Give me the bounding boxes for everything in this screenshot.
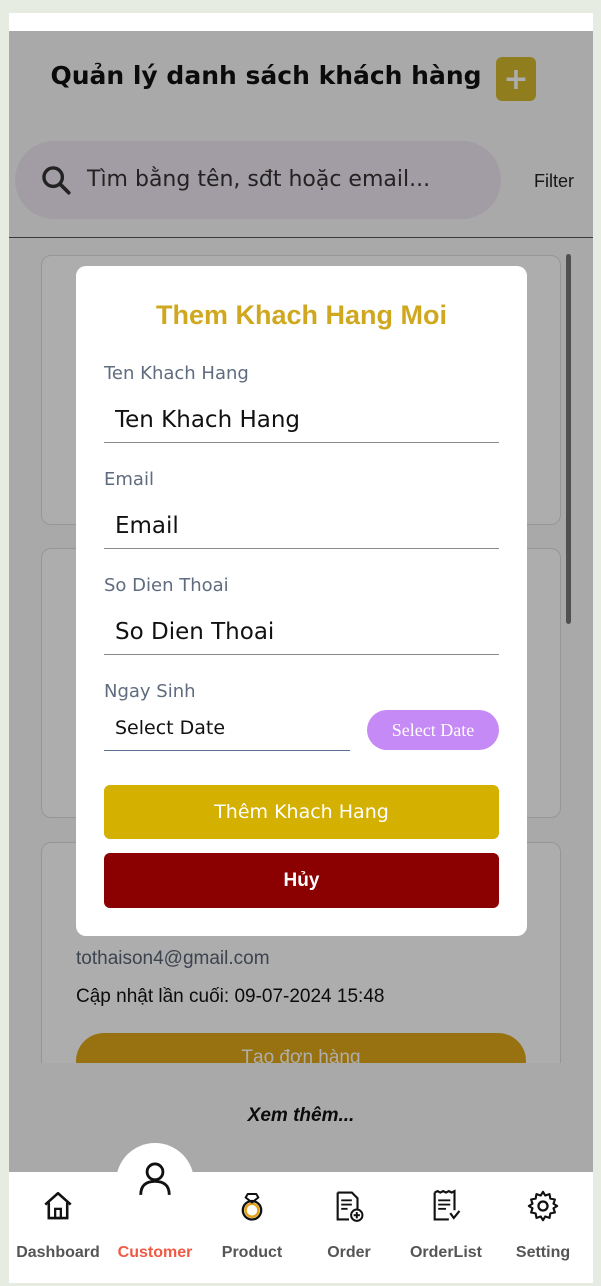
receipt-icon — [433, 1189, 461, 1221]
birthday-value: Select Date — [115, 717, 226, 739]
cancel-button[interactable]: Hủy — [104, 853, 499, 908]
name-label: Ten Khach Hang — [104, 363, 249, 384]
gear-icon — [527, 1190, 559, 1222]
tab-label: Customer — [117, 1244, 193, 1261]
home-icon — [44, 1191, 72, 1220]
add-customer-submit-button[interactable]: Thêm Khach Hang — [104, 785, 499, 839]
ring-icon — [241, 1192, 263, 1221]
tab-dashboard[interactable]: Dashboard — [9, 1172, 107, 1283]
tab-orderlist[interactable]: OrderList — [397, 1172, 495, 1283]
tab-label: Product — [221, 1244, 283, 1261]
user-icon — [139, 1162, 171, 1195]
app-window: Quản lý danh sách khách hàng + Tìm bằng … — [9, 13, 593, 1283]
add-customer-modal: Them Khach Hang Moi Ten Khach Hang Email… — [76, 266, 527, 936]
birthday-field[interactable]: Select Date — [104, 707, 350, 751]
tab-order[interactable]: Order — [300, 1172, 398, 1283]
tab-label: OrderList — [409, 1244, 482, 1261]
modal-title: Them Khach Hang Moi — [155, 300, 447, 330]
name-field[interactable] — [104, 397, 499, 443]
phone-label: So Dien Thoai — [104, 575, 229, 596]
bottom-tab-bar: Dashboard Customer Product Order OrderLi… — [9, 1172, 593, 1283]
tab-setting[interactable]: Setting — [494, 1172, 592, 1283]
email-label: Email — [104, 469, 154, 490]
tab-label: Order — [327, 1244, 371, 1261]
phone-field[interactable] — [104, 609, 499, 655]
active-tab-indicator[interactable] — [116, 1143, 194, 1221]
email-field[interactable] — [104, 503, 499, 549]
status-bar — [9, 13, 593, 31]
document-add-icon — [336, 1191, 364, 1222]
tab-label: Setting — [515, 1244, 571, 1261]
tab-product[interactable]: Product — [203, 1172, 301, 1283]
select-date-button[interactable]: Select Date — [367, 710, 499, 750]
birthday-label: Ngay Sinh — [104, 681, 196, 702]
tab-label: Dashboard — [16, 1244, 100, 1261]
